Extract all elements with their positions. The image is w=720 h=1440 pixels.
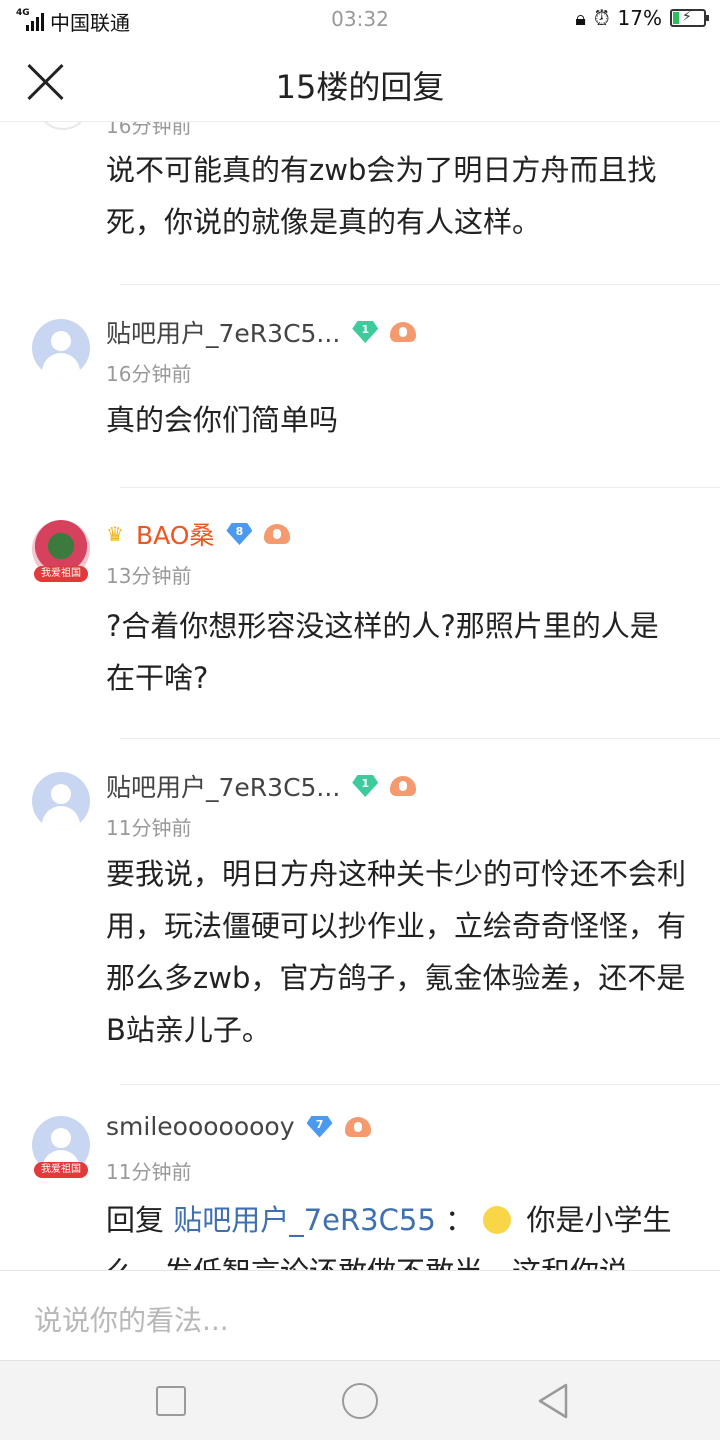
username[interactable]: 贴吧用户_7eR3C5... bbox=[106, 314, 340, 350]
member-level-icon bbox=[390, 322, 417, 342]
battery-percent: 17% bbox=[617, 6, 662, 30]
divider bbox=[120, 284, 720, 285]
post-time: 11分钟前 bbox=[106, 1160, 192, 1184]
recents-icon[interactable] bbox=[156, 1386, 186, 1416]
avatar-badge: 我爱祖国 bbox=[34, 566, 88, 582]
post-time: 16分钟前 bbox=[106, 362, 192, 386]
username-row[interactable]: 贴吧用户_7eR3C5... 1 bbox=[106, 314, 417, 350]
level-gem-icon: 8 bbox=[226, 523, 253, 545]
smile-emoji-icon bbox=[483, 1206, 512, 1234]
post-text: 要我说，明日方舟这种关卡少的可怜还不会利用，玩法僵硬可以抄作业，立绘奇奇怪怪，有… bbox=[106, 857, 687, 1047]
alarm-icon: ⏰︎ bbox=[593, 6, 610, 30]
status-right: 🔒︎ ⏰︎ 17% ⚡︎ bbox=[575, 6, 709, 30]
reply-prefix: 回复 bbox=[106, 1203, 165, 1237]
home-icon[interactable] bbox=[342, 1383, 378, 1419]
reply-list[interactable]: 16分钟前 说不可能真的有zwb会为了明日方舟而且找死，你说的就像是真的有人这样… bbox=[0, 122, 720, 1270]
battery-icon: ⚡︎ bbox=[670, 9, 709, 27]
username-row[interactable]: smileoooooooy 7 bbox=[106, 1112, 371, 1141]
member-level-icon bbox=[344, 1116, 371, 1137]
member-level-icon bbox=[264, 524, 291, 544]
post-time: 11分钟前 bbox=[106, 816, 192, 840]
post-text: 回复 贴吧用户_7eR3C55 ： 你是小学生么，发低智言论还敢做不敢当，这和你… bbox=[106, 1194, 686, 1270]
comment-input-bar[interactable]: 说说你的看法... bbox=[0, 1270, 720, 1360]
username[interactable]: smileoooooooy bbox=[106, 1112, 295, 1141]
avatar[interactable] bbox=[32, 319, 90, 377]
crown-icon: ♛ bbox=[106, 522, 124, 546]
comment-input[interactable]: 说说你的看法... bbox=[34, 1299, 229, 1339]
avatar-badge: 我爱祖国 bbox=[34, 1162, 88, 1178]
post-text: 说不可能真的有zwb会为了明日方舟而且找死，你说的就像是真的有人这样。 bbox=[106, 153, 657, 239]
username[interactable]: 贴吧用户_7eR3C5... bbox=[106, 768, 340, 804]
post-text: ?合着你想形容没这样的人?那照片里的人是在干啥? bbox=[106, 609, 659, 695]
divider bbox=[120, 1084, 720, 1085]
level-gem-icon: 1 bbox=[352, 321, 379, 343]
username-row[interactable]: 贴吧用户_7eR3C5... 1 bbox=[106, 768, 417, 804]
mention-link[interactable]: 贴吧用户_7eR3C55 bbox=[173, 1203, 436, 1237]
divider bbox=[120, 487, 720, 488]
avatar[interactable] bbox=[36, 122, 90, 130]
level-gem-icon: 7 bbox=[306, 1115, 333, 1138]
header: 15楼的回复 bbox=[0, 40, 720, 122]
back-icon[interactable] bbox=[536, 1383, 570, 1419]
status-bar: 4G 中国联通 03:32 🔒︎ ⏰︎ 17% ⚡︎ bbox=[0, 0, 720, 40]
divider bbox=[120, 738, 720, 739]
level-gem-icon: 1 bbox=[352, 775, 379, 797]
member-level-icon bbox=[390, 776, 417, 796]
post-text: 真的会你们简单吗 bbox=[106, 403, 339, 437]
post-time: 16分钟前 bbox=[106, 122, 192, 138]
post-time: 13分钟前 bbox=[106, 564, 192, 588]
lock-rotation-icon: 🔒︎ bbox=[575, 6, 586, 30]
username-row[interactable]: ♛ BAO桑 8 bbox=[106, 516, 291, 552]
page-title: 15楼的回复 bbox=[275, 68, 445, 106]
system-nav-bar bbox=[0, 1360, 720, 1440]
username[interactable]: BAO桑 bbox=[136, 516, 215, 552]
avatar[interactable] bbox=[32, 772, 90, 830]
reply-separator: ： bbox=[445, 1203, 475, 1237]
